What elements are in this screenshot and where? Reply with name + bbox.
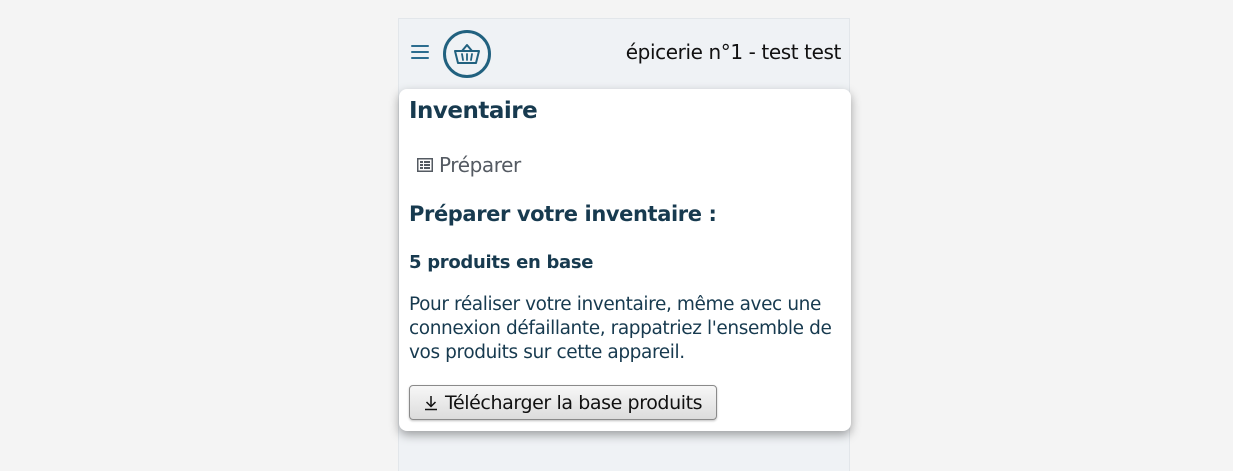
product-count: 5 produits en base [409, 252, 594, 273]
list-form-icon [417, 158, 433, 172]
shop-name: épicerie n°1 - test test [625, 40, 842, 64]
download-button-label: Télécharger la base produits [445, 391, 703, 414]
hamburger-menu-icon[interactable] [411, 44, 429, 60]
shopping-basket-icon[interactable] [443, 30, 491, 78]
breadcrumb-label: Préparer [439, 153, 521, 177]
download-icon [425, 395, 437, 410]
description-text: Pour réaliser votre inventaire, même ave… [409, 294, 832, 363]
app-frame: épicerie n°1 - test test Inventaire Prép… [398, 18, 851, 471]
page-title: Inventaire [409, 98, 538, 124]
section-title: Préparer votre inventaire : [409, 202, 717, 226]
inventory-card: Inventaire Préparer Préparer votre inven… [399, 89, 851, 431]
download-products-button[interactable]: Télécharger la base produits [409, 385, 718, 420]
app-header: épicerie n°1 - test test [399, 19, 851, 87]
breadcrumb: Préparer [417, 153, 521, 177]
basket-svg [454, 44, 480, 64]
